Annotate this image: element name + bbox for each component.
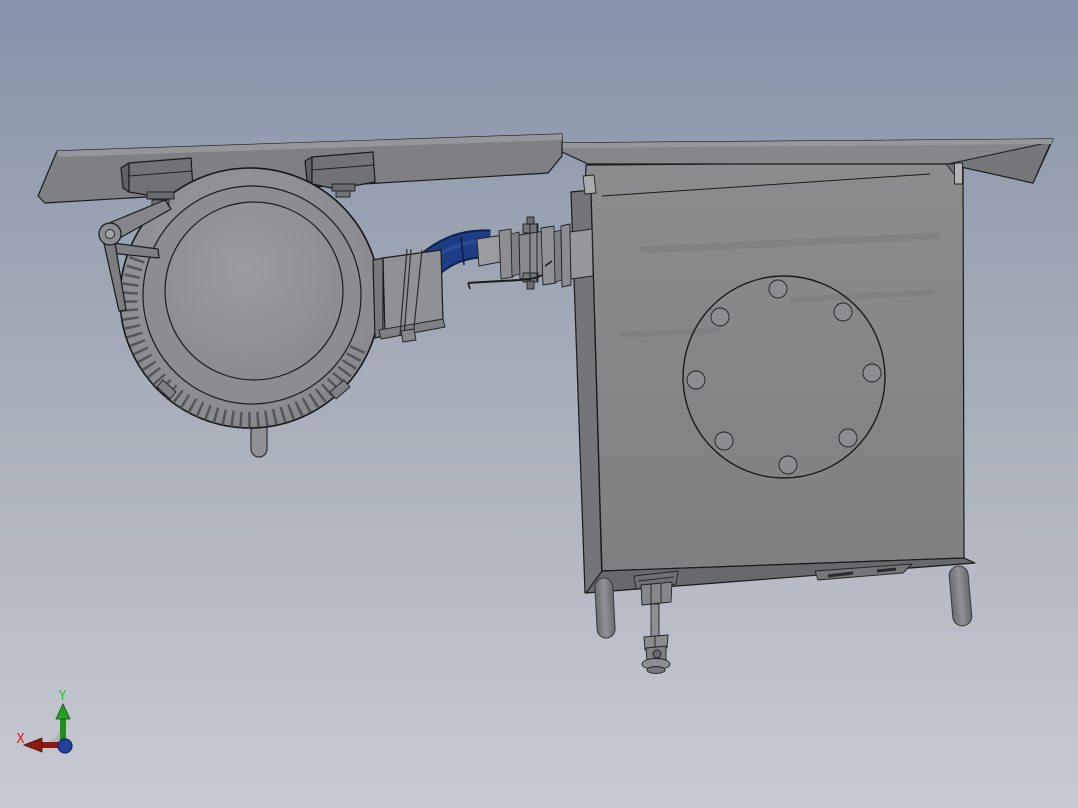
flange-bolt-hole[interactable]	[862, 363, 882, 383]
valve-foot[interactable]	[646, 666, 666, 674]
drain-hex-nut[interactable]	[640, 581, 673, 606]
flange-bolt-hole[interactable]	[686, 370, 706, 390]
tank-front-face[interactable]	[584, 161, 965, 572]
flange-bolt-hole[interactable]	[778, 455, 798, 475]
duct-box-side[interactable]	[372, 257, 384, 339]
x-axis-label: X	[17, 732, 25, 747]
model-viewport[interactable]: X Y	[0, 0, 1078, 808]
z-axis-dot	[57, 738, 73, 754]
tank-inlet-stub[interactable]	[569, 228, 594, 280]
flange-bolt-hole[interactable]	[833, 302, 853, 322]
block-bolt[interactable]	[335, 190, 351, 198]
block-bolt[interactable]	[331, 183, 356, 192]
part-tank-body[interactable]	[570, 161, 976, 594]
flange-bolt-hole[interactable]	[768, 279, 788, 299]
flange-bolt-hole[interactable]	[714, 431, 734, 451]
cad-graphics-area[interactable]: X Y	[0, 0, 1078, 808]
block-bolt[interactable]	[146, 191, 175, 200]
drain-stem[interactable]	[650, 603, 660, 639]
block-right-face[interactable]	[311, 151, 376, 190]
tank-leg-left[interactable]	[594, 577, 616, 639]
valve-hole[interactable]	[652, 649, 662, 659]
tank-hanger-tab[interactable]	[582, 174, 597, 195]
flange-bolt-hole[interactable]	[710, 307, 730, 327]
blower-face[interactable]	[164, 201, 344, 381]
flange-bolt-hole[interactable]	[838, 428, 858, 448]
strap-clip[interactable]	[400, 328, 417, 343]
y-axis-label: Y	[59, 689, 67, 704]
coupling-flange[interactable]	[560, 223, 572, 288]
clamp-stud-bottom[interactable]	[526, 280, 535, 290]
plate-gusset-tab[interactable]	[954, 162, 963, 185]
bracket-pivot-hole[interactable]	[105, 229, 115, 239]
slot-detail	[876, 567, 897, 573]
